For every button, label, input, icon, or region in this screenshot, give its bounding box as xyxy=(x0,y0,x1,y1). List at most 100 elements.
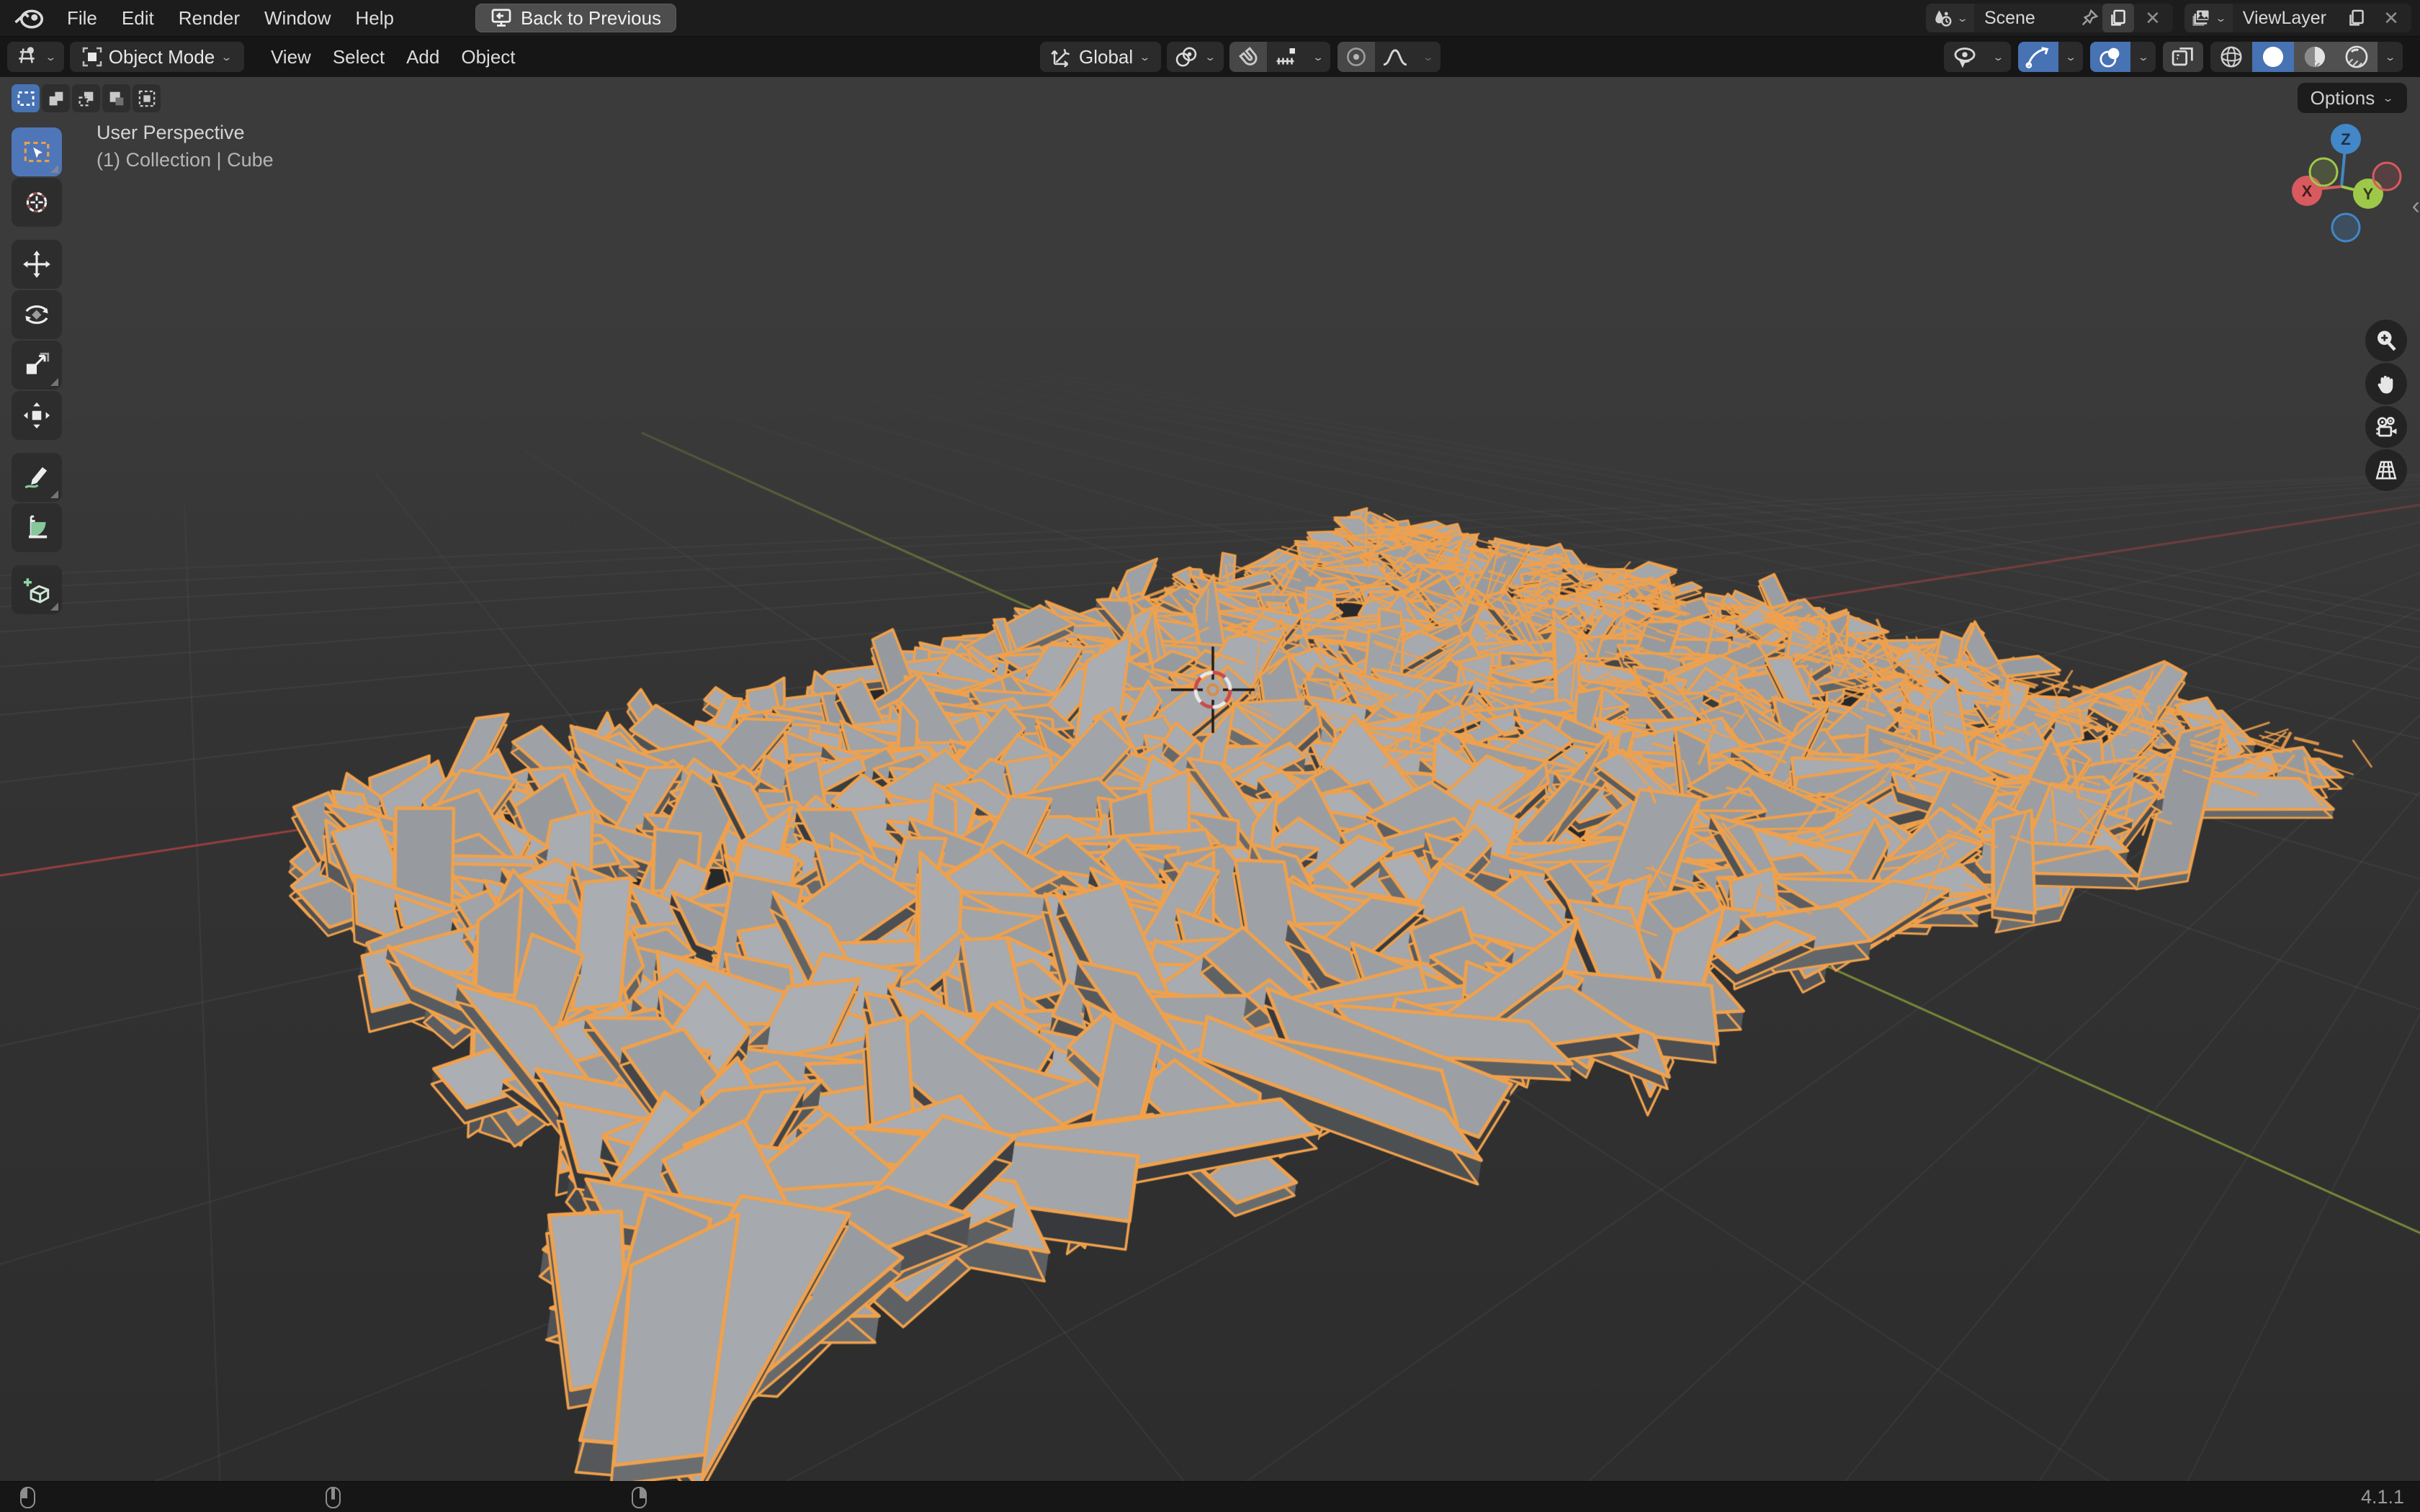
chevron-down-icon: ⌄ xyxy=(2065,50,2077,63)
tool-annotate[interactable] xyxy=(12,453,62,502)
gizmo-z-negative[interactable] xyxy=(2332,214,2360,241)
chevron-down-icon: ⌄ xyxy=(1956,12,1968,24)
editor-3d-viewport-icon xyxy=(14,45,39,68)
pivot-point-dropdown[interactable]: ⌄ xyxy=(1167,42,1224,72)
svg-text:Z: Z xyxy=(2341,130,2350,148)
select-mode-intersect-button[interactable] xyxy=(133,84,161,112)
toolbar xyxy=(12,127,62,616)
menu-render[interactable]: Render xyxy=(166,0,252,37)
shading-rendered-button[interactable] xyxy=(2336,42,2378,72)
navigation-gizmo[interactable]: Z X Y xyxy=(2289,122,2411,244)
new-viewlayer-copy-icon[interactable] xyxy=(2341,4,2372,32)
select-mode-set-button[interactable] xyxy=(12,84,40,112)
back-to-previous-button[interactable]: Back to Previous xyxy=(475,4,676,32)
tool-move[interactable] xyxy=(12,240,62,289)
back-to-previous-label: Back to Previous xyxy=(521,7,661,30)
tool-transform[interactable] xyxy=(12,391,62,440)
transform-orientation-dropdown[interactable]: Global ⌄ xyxy=(1040,42,1161,72)
shading-dropdown[interactable]: ⌄ xyxy=(2378,42,2403,72)
chevron-down-icon: ⌄ xyxy=(2137,50,2149,63)
select-mode-invert-button[interactable] xyxy=(102,84,130,112)
menu-add[interactable]: Add xyxy=(395,37,450,77)
selectability-visibility-toggle[interactable] xyxy=(1944,42,1986,72)
proportional-dropdown[interactable]: ⌄ xyxy=(1415,42,1440,72)
scene-name[interactable]: Scene xyxy=(1974,4,2075,32)
tool-cursor[interactable] xyxy=(12,178,62,227)
gizmo-dropdown[interactable]: ⌄ xyxy=(2058,42,2084,72)
menu-window[interactable]: Window xyxy=(252,0,343,37)
middle-mouse-icon xyxy=(326,1487,341,1508)
chevron-down-icon: ⌄ xyxy=(1204,50,1216,63)
new-scene-copy-icon[interactable] xyxy=(2102,4,2134,32)
chevron-down-icon: ⌄ xyxy=(1312,50,1325,63)
options-dropdown[interactable]: Options ⌄ xyxy=(2298,83,2407,113)
show-gizmo-toggle[interactable] xyxy=(2018,42,2058,72)
viewlayer-name[interactable]: ViewLayer xyxy=(2233,4,2336,32)
zoom-view-button[interactable] xyxy=(2365,320,2407,361)
snap-settings-button[interactable] xyxy=(1267,42,1306,72)
viewlayer-browse-button[interactable]: ⌄ xyxy=(2184,4,2233,32)
mode-dropdown[interactable]: Object Mode ⌄ xyxy=(70,42,244,72)
unlink-scene-button[interactable]: ✕ xyxy=(2137,4,2169,32)
proportional-falloff-icon[interactable] xyxy=(1375,42,1415,72)
xray-toggle[interactable] xyxy=(2163,42,2203,72)
chevron-down-icon: ⌄ xyxy=(1139,50,1151,63)
left-mouse-icon xyxy=(20,1487,35,1508)
menu-file[interactable]: File xyxy=(55,0,109,37)
select-mode-row xyxy=(12,84,161,112)
overlays-dropdown[interactable]: ⌄ xyxy=(2130,42,2156,72)
viewlayer-selector[interactable]: ⌄ ViewLayer ✕ xyxy=(2184,4,2411,32)
scene-selector[interactable]: ⌄ Scene ✕ xyxy=(1926,4,2173,32)
select-mode-extend-button[interactable] xyxy=(42,84,70,112)
menu-view[interactable]: View xyxy=(260,37,322,77)
camera-view-button[interactable] xyxy=(2365,406,2407,448)
snap-toggle[interactable] xyxy=(1229,42,1267,72)
viewlayer-icon xyxy=(2190,7,2212,29)
3d-viewport: User Perspective (1) Collection | Cube O… xyxy=(0,77,2420,1481)
menu-edit[interactable]: Edit xyxy=(109,0,166,37)
chevron-down-icon: ⌄ xyxy=(220,50,233,63)
viewport-canvas[interactable] xyxy=(0,77,2420,1481)
gizmo-x-negative[interactable] xyxy=(2373,163,2401,190)
menu-select[interactable]: Select xyxy=(322,37,395,77)
snap-dropdown[interactable]: ⌄ xyxy=(1306,42,1331,72)
proportional-editing-toggle[interactable] xyxy=(1337,42,1375,72)
chevron-down-icon: ⌄ xyxy=(2384,50,2396,63)
toggle-orthographic-button[interactable] xyxy=(2365,449,2407,491)
blender-version-label: 4.1.1 xyxy=(2361,1486,2404,1508)
tool-rotate[interactable] xyxy=(12,290,62,339)
chevron-down-icon: ⌄ xyxy=(45,50,57,63)
chevron-down-icon: ⌄ xyxy=(2215,12,2227,24)
right-mouse-icon xyxy=(632,1487,647,1508)
tool-scale[interactable] xyxy=(12,341,62,390)
select-mode-subtract-button[interactable] xyxy=(72,84,100,112)
remove-viewlayer-button[interactable]: ✕ xyxy=(2375,4,2407,32)
pan-view-button[interactable] xyxy=(2365,363,2407,405)
visibility-dropdown[interactable]: ⌄ xyxy=(1986,42,2011,72)
tool-measure[interactable] xyxy=(12,503,62,552)
blender-logo-icon[interactable] xyxy=(14,7,45,29)
shading-wireframe-button[interactable] xyxy=(2210,42,2252,72)
gizmo-y-negative[interactable] xyxy=(2310,158,2337,186)
pin-icon[interactable] xyxy=(2079,8,2099,28)
editor-type-button[interactable]: ⌄ xyxy=(7,42,64,72)
menu-help[interactable]: Help xyxy=(343,0,405,37)
show-overlays-toggle[interactable] xyxy=(2090,42,2130,72)
shading-material-button[interactable] xyxy=(2294,42,2336,72)
scene-icon xyxy=(1932,7,1953,29)
chevron-down-icon: ⌄ xyxy=(2382,91,2394,104)
scene-browse-button[interactable]: ⌄ xyxy=(1926,4,1974,32)
tool-select-box[interactable] xyxy=(12,127,62,176)
viewport-header: ⌄ Object Mode ⌄ View Select Add Object G… xyxy=(0,37,2420,77)
options-label: Options xyxy=(2311,87,2375,109)
orientation-label: Global xyxy=(1079,46,1133,68)
orientation-axes-icon xyxy=(1050,45,1073,68)
view-perspective-label: User Perspective xyxy=(97,119,274,146)
back-screen-icon xyxy=(490,9,512,27)
shading-solid-button[interactable] xyxy=(2252,42,2294,72)
view-info-overlay: User Perspective (1) Collection | Cube xyxy=(97,119,274,174)
sidebar-collapse-arrow[interactable]: ‹ xyxy=(2412,192,2420,220)
tool-add-cube[interactable] xyxy=(12,565,62,614)
menu-object[interactable]: Object xyxy=(450,37,526,77)
chevron-down-icon: ⌄ xyxy=(1422,50,1434,63)
